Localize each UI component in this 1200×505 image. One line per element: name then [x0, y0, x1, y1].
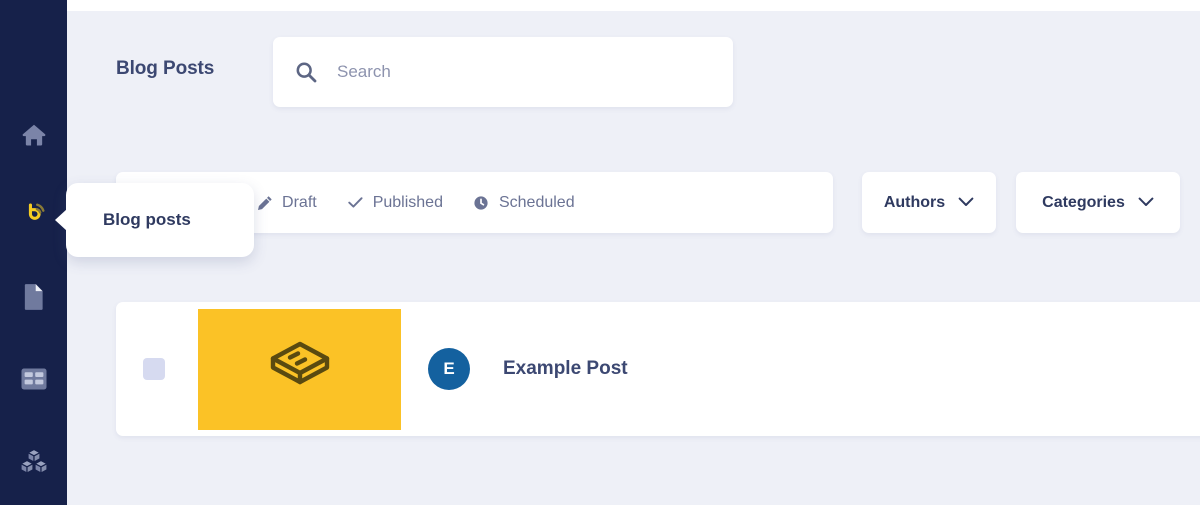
pencil-icon: [256, 194, 273, 211]
filter-tab-label: Scheduled: [499, 194, 575, 212]
avatar: E: [428, 348, 470, 390]
row-checkbox[interactable]: [143, 358, 165, 380]
filter-tab-published[interactable]: Published: [347, 194, 443, 212]
page-title: Blog Posts: [116, 58, 214, 80]
tooltip-arrow: [55, 209, 67, 231]
search-box[interactable]: [273, 37, 733, 107]
post-title[interactable]: Example Post: [503, 358, 628, 380]
top-strip: [67, 0, 1200, 11]
search-icon: [295, 61, 317, 83]
blog-icon: [19, 198, 49, 228]
page-icon: [21, 283, 47, 311]
authors-dropdown-label: Authors: [884, 194, 945, 212]
blocks-icon: [19, 447, 49, 475]
categories-dropdown[interactable]: Categories: [1016, 172, 1180, 233]
filter-tab-scheduled[interactable]: Scheduled: [473, 194, 575, 212]
tooltip-label: Blog posts: [103, 210, 191, 230]
chevron-down-icon: [1138, 194, 1154, 212]
table-icon: [20, 366, 48, 392]
clock-filled-icon: [473, 194, 490, 211]
sidebar: [0, 0, 67, 505]
filter-tab-label: Draft: [282, 194, 317, 212]
chevron-down-icon: [958, 194, 974, 212]
block-logo-icon: [263, 336, 337, 403]
sidebar-item-tables[interactable]: [0, 354, 67, 404]
post-thumbnail: [198, 309, 401, 430]
sidebar-item-home[interactable]: [0, 110, 67, 160]
categories-dropdown-label: Categories: [1042, 194, 1125, 212]
app-root: Blog Posts In review: [0, 0, 1200, 505]
sidebar-item-blocks[interactable]: [0, 436, 67, 486]
check-icon: [347, 194, 364, 211]
search-input[interactable]: [337, 62, 717, 82]
sidebar-tooltip: Blog posts: [66, 183, 254, 257]
table-row[interactable]: E Example Post: [116, 302, 1200, 436]
sidebar-item-pages[interactable]: [0, 272, 67, 322]
filter-tab-label: Published: [373, 194, 443, 212]
authors-dropdown[interactable]: Authors: [862, 172, 996, 233]
home-icon: [20, 121, 48, 149]
filter-tab-draft[interactable]: Draft: [256, 194, 317, 212]
